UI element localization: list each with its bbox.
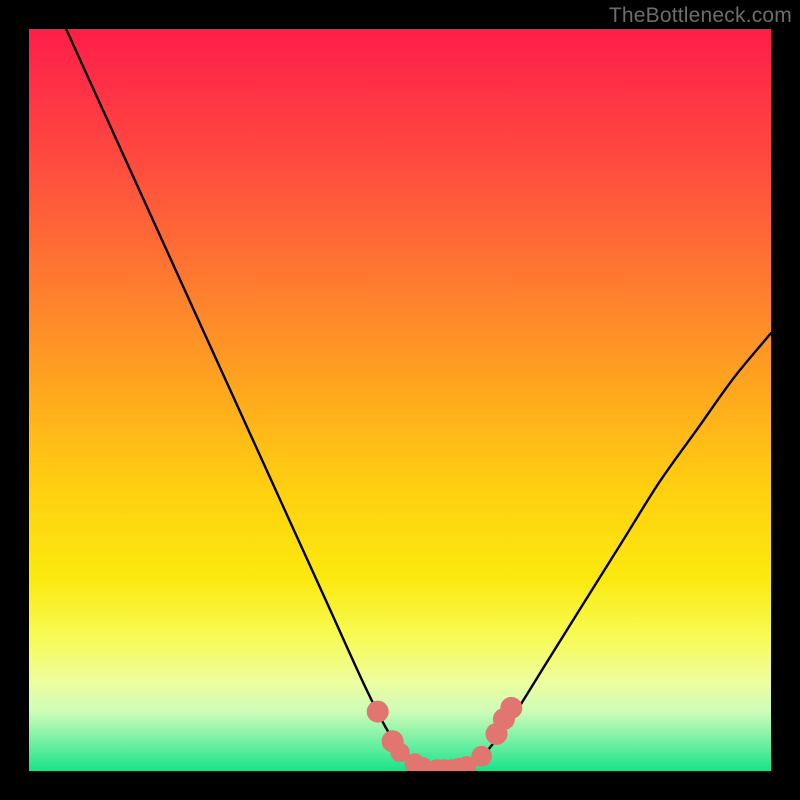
watermark-text: TheBottleneck.com [609,4,792,28]
curve-marker [500,697,522,719]
curve-marker [471,746,492,767]
chart-svg [29,29,771,771]
bottleneck-curve-line [66,29,771,771]
curve-marker [367,701,389,723]
curve-markers [367,697,523,771]
chart-plot-area [29,29,771,771]
chart-frame: TheBottleneck.com [0,0,800,800]
